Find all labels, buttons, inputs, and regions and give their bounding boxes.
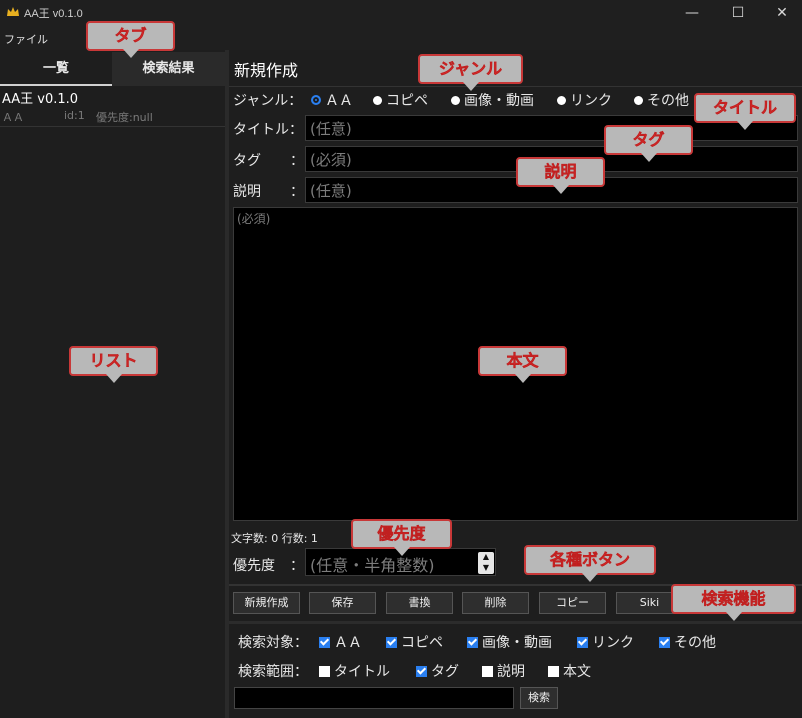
radio-selected-icon bbox=[311, 95, 321, 105]
tab-list[interactable]: 一覧 bbox=[0, 52, 112, 86]
checkbox-label: 説明 bbox=[497, 664, 525, 680]
checkbox-label: その他 bbox=[674, 635, 716, 651]
description-label: 説明 bbox=[233, 184, 261, 200]
new-button[interactable]: 新規作成 bbox=[233, 592, 300, 614]
target-checkbox-copipe[interactable]: コピペ bbox=[386, 632, 443, 652]
maximize-button[interactable]: ☐ bbox=[716, 0, 760, 26]
range-checkbox-title[interactable]: タイトル bbox=[319, 661, 390, 681]
radio-icon bbox=[373, 95, 382, 105]
spin-down-icon[interactable]: ▼ bbox=[478, 562, 494, 573]
spin-up-icon[interactable]: ▲ bbox=[478, 551, 494, 562]
search-target-label: 検索対象： bbox=[238, 635, 308, 651]
divider bbox=[229, 86, 802, 87]
checkbox-icon bbox=[319, 665, 330, 677]
list-item-genre: ＡＡ bbox=[2, 111, 24, 124]
description-colon: ： bbox=[290, 184, 304, 200]
tag-label: タグ bbox=[233, 153, 261, 169]
genre-radio-label: 画像・動画 bbox=[464, 93, 534, 109]
checkbox-label: リンク bbox=[592, 635, 634, 651]
checkbox-checked-icon bbox=[577, 636, 588, 648]
target-checkbox-image-video[interactable]: 画像・動画 bbox=[467, 632, 552, 652]
checkbox-checked-icon bbox=[386, 636, 397, 648]
left-panel bbox=[0, 50, 225, 718]
body-placeholder: (必須) bbox=[237, 212, 271, 226]
checkbox-label: 画像・動画 bbox=[482, 635, 552, 651]
callout-tag: タグ bbox=[604, 125, 693, 162]
genre-radio-label: リンク bbox=[570, 93, 612, 109]
target-checkbox-other[interactable]: その他 bbox=[659, 632, 716, 652]
checkbox-checked-icon bbox=[416, 665, 427, 677]
checkbox-checked-icon bbox=[319, 636, 330, 648]
checkbox-label: コピペ bbox=[401, 635, 443, 651]
callout-description: 説明 bbox=[516, 157, 605, 194]
genre-radio-link[interactable]: リンク bbox=[557, 90, 612, 110]
copy-button[interactable]: コピー bbox=[539, 592, 606, 614]
target-checkbox-link[interactable]: リンク bbox=[577, 632, 634, 652]
minimize-button[interactable]: — bbox=[670, 0, 714, 26]
save-button[interactable]: 保存 bbox=[309, 592, 376, 614]
target-checkbox-aa[interactable]: ＡＡ bbox=[319, 632, 362, 652]
genre-radio-label: その他 bbox=[647, 93, 689, 109]
callout-list: リスト bbox=[69, 346, 158, 383]
genre-radio-aa[interactable]: ＡＡ bbox=[311, 90, 353, 110]
divider bbox=[229, 621, 802, 624]
crown-icon bbox=[7, 7, 19, 16]
callout-search: 検索機能 bbox=[671, 584, 796, 621]
tag-colon: ： bbox=[290, 153, 304, 169]
radio-icon bbox=[557, 95, 566, 105]
checkbox-label: 本文 bbox=[563, 664, 591, 680]
search-input[interactable] bbox=[234, 687, 514, 709]
callout-body: 本文 bbox=[478, 346, 567, 383]
checkbox-label: ＡＡ bbox=[334, 635, 362, 651]
genre-label: ジャンル： bbox=[233, 93, 303, 109]
range-checkbox-body[interactable]: 本文 bbox=[548, 661, 591, 681]
list-item-id: id:1 bbox=[64, 109, 85, 122]
menu-file[interactable]: ファイル bbox=[4, 31, 48, 47]
radio-icon bbox=[634, 95, 643, 105]
title-label: タイトル： bbox=[233, 122, 303, 138]
search-range-label: 検索範囲： bbox=[238, 664, 308, 680]
genre-radio-image-video[interactable]: 画像・動画 bbox=[451, 90, 534, 110]
checkbox-icon bbox=[482, 665, 493, 677]
list-item-title: AA王 v0.1.0 bbox=[2, 92, 79, 107]
genre-radio-copipe[interactable]: コピペ bbox=[373, 90, 428, 110]
checkbox-label: タグ bbox=[431, 664, 459, 680]
char-line-count: 文字数: 0 行数: 1 bbox=[231, 532, 318, 545]
checkbox-checked-icon bbox=[467, 636, 478, 648]
close-button[interactable]: ✕ bbox=[760, 0, 802, 26]
range-checkbox-tag[interactable]: タグ bbox=[416, 661, 459, 681]
range-checkbox-description[interactable]: 説明 bbox=[482, 661, 525, 681]
genre-radio-other[interactable]: その他 bbox=[634, 90, 689, 110]
priority-colon: ： bbox=[290, 558, 304, 574]
priority-label: 優先度 bbox=[233, 558, 275, 574]
delete-button[interactable]: 削除 bbox=[462, 592, 529, 614]
radio-icon bbox=[451, 95, 460, 105]
overwrite-button[interactable]: 書換 bbox=[386, 592, 453, 614]
editor-heading: 新規作成 bbox=[234, 61, 299, 80]
window-title: AA王 v0.1.0 bbox=[24, 8, 83, 20]
checkbox-icon bbox=[548, 665, 559, 677]
checkbox-label: タイトル bbox=[334, 664, 390, 680]
search-button[interactable]: 検索 bbox=[520, 687, 558, 709]
genre-radio-label: コピペ bbox=[386, 93, 428, 109]
callout-buttons: 各種ボタン bbox=[524, 545, 656, 582]
genre-radio-label: ＡＡ bbox=[325, 93, 353, 109]
callout-title: タイトル bbox=[694, 93, 796, 130]
callout-priority: 優先度 bbox=[351, 519, 452, 556]
callout-tab: タブ bbox=[86, 21, 175, 58]
callout-genre: ジャンル bbox=[418, 54, 523, 91]
list-item-priority: 優先度:null bbox=[96, 111, 153, 124]
checkbox-checked-icon bbox=[659, 636, 670, 648]
